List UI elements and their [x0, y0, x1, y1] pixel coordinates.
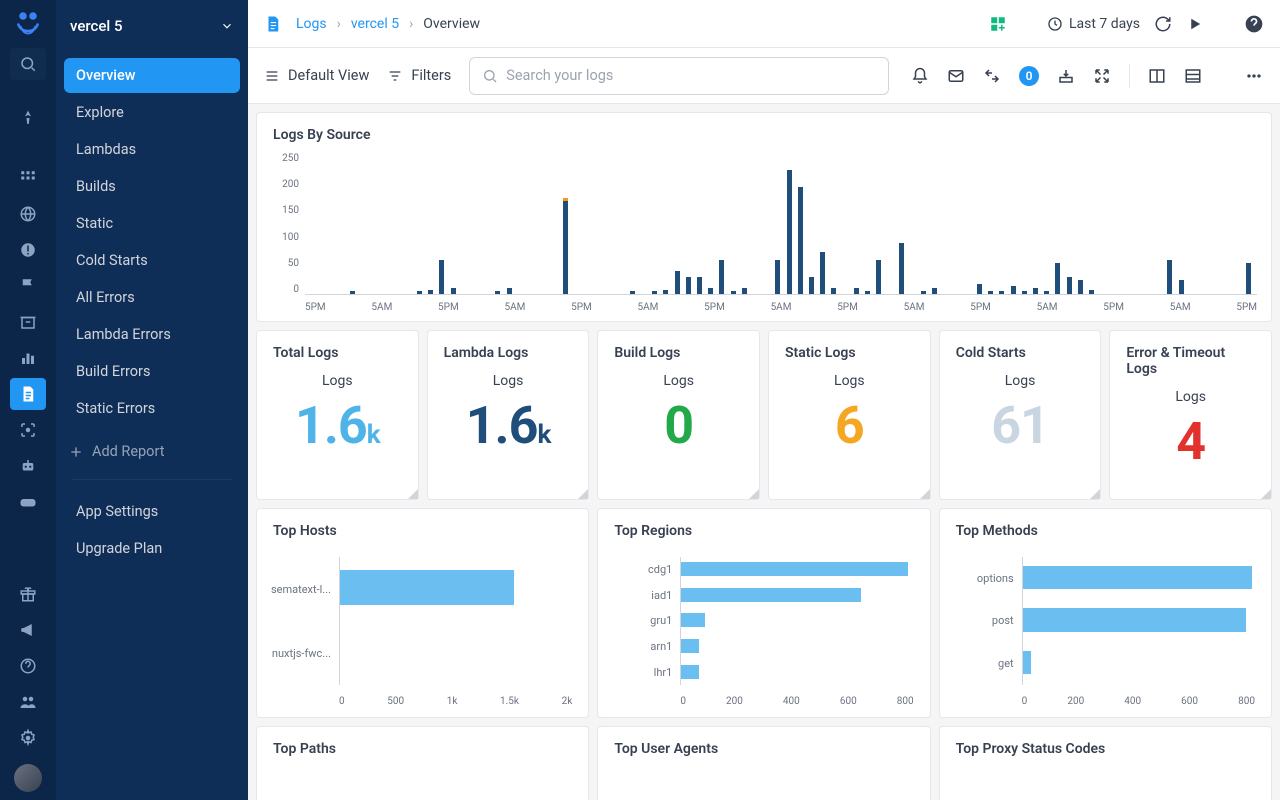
app-selector[interactable]: vercel 5 [56, 0, 248, 52]
logs-by-source-card[interactable]: Logs By Source 250200150100500 5PM5AM5PM… [256, 112, 1272, 322]
sidebar-item-upgrade-plan[interactable]: Upgrade Plan [64, 531, 240, 566]
avatar[interactable] [14, 764, 42, 792]
sidebar-item-lambdas[interactable]: Lambdas [64, 132, 240, 167]
rail-search-icon[interactable] [10, 48, 46, 80]
badge-count[interactable]: 0 [1019, 66, 1039, 86]
error-logs-card[interactable]: Error & Timeout Logs Logs 4 [1109, 330, 1272, 500]
default-view-button[interactable]: Default View [264, 67, 369, 84]
logo-icon[interactable] [13, 6, 43, 36]
columns-icon[interactable] [1148, 67, 1166, 85]
sidebar-item-lambda-errors[interactable]: Lambda Errors [64, 317, 240, 352]
top-regions-card[interactable]: Top Regions cdg1iad1gru1arn1lhr1 0200400… [597, 508, 930, 718]
download-icon[interactable] [1057, 67, 1075, 85]
build-logs-card[interactable]: Build Logs Logs 0 [597, 330, 760, 500]
top-user-agents-card[interactable]: Top User Agents [597, 726, 930, 800]
cold-logs-card[interactable]: Cold Starts Logs 61 [939, 330, 1102, 500]
toolbar: Default View Filters 0 [248, 48, 1280, 104]
app-name: vercel 5 [70, 17, 123, 35]
plus-icon [68, 444, 84, 460]
help-icon[interactable] [1244, 14, 1264, 34]
rail-chart-icon[interactable] [10, 342, 46, 374]
rail-gift-icon[interactable] [10, 578, 46, 610]
top-hosts-card[interactable]: Top Hosts sematext-l...nuxtjs-fwc... 050… [256, 508, 589, 718]
search-icon [482, 68, 498, 84]
sidebar-item-static-errors[interactable]: Static Errors [64, 391, 240, 426]
filter-icon [387, 68, 403, 84]
filters-button[interactable]: Filters [387, 67, 451, 84]
rail-alert-icon[interactable] [10, 234, 46, 266]
top-proxy-status-codes-card[interactable]: Top Proxy Status Codes [939, 726, 1272, 800]
list-icon[interactable] [1184, 67, 1202, 85]
sidebar: vercel 5 OverviewExploreLambdasBuildsSta… [56, 0, 248, 800]
icon-rail [0, 0, 56, 800]
breadcrumb: Logs › vercel 5 › Overview [296, 16, 480, 32]
rail-help-icon[interactable] [10, 650, 46, 682]
add-report-button[interactable]: Add Report [56, 434, 248, 469]
rail-globe-icon[interactable] [10, 198, 46, 230]
split-icon[interactable] [983, 67, 1001, 85]
main: Logs › vercel 5 › Overview Last 7 days D… [248, 0, 1280, 800]
content: Logs By Source 250200150100500 5PM5AM5PM… [248, 104, 1280, 800]
mail-icon[interactable] [947, 67, 965, 85]
top-paths-card[interactable]: Top Paths [256, 726, 589, 800]
play-icon[interactable] [1186, 15, 1204, 33]
refresh-icon[interactable] [1154, 15, 1172, 33]
search-input[interactable] [469, 57, 889, 95]
menu-icon [264, 68, 280, 84]
sidebar-item-explore[interactable]: Explore [64, 95, 240, 130]
sidebar-item-all-errors[interactable]: All Errors [64, 280, 240, 315]
rail-settings-icon[interactable] [10, 722, 46, 754]
total-logs-card[interactable]: Total Logs Logs 1.6k [256, 330, 419, 500]
more-icon[interactable] [1244, 66, 1264, 86]
sidebar-item-builds[interactable]: Builds [64, 169, 240, 204]
doc-icon [264, 15, 282, 33]
chevron-down-icon [220, 19, 234, 33]
rail-announce-icon[interactable] [10, 614, 46, 646]
crumb-current: Overview [423, 16, 480, 32]
sidebar-item-overview[interactable]: Overview [64, 58, 240, 93]
add-widget-icon[interactable] [989, 15, 1007, 33]
sidebar-item-app-settings[interactable]: App Settings [64, 494, 240, 529]
static-logs-card[interactable]: Static Logs Logs 6 [768, 330, 931, 500]
bell-icon[interactable] [911, 67, 929, 85]
time-range-button[interactable]: Last 7 days [1047, 16, 1140, 32]
rail-flag-icon[interactable] [10, 270, 46, 302]
rail-game-icon[interactable] [10, 486, 46, 518]
clock-icon [1047, 16, 1063, 32]
rail-robot-icon[interactable] [10, 450, 46, 482]
expand-icon[interactable] [1093, 67, 1111, 85]
rail-archive-icon[interactable] [10, 306, 46, 338]
rail-apps-icon[interactable] [10, 162, 46, 194]
rail-focus-icon[interactable] [10, 414, 46, 446]
rail-rocket-icon[interactable] [10, 102, 46, 134]
lambda-logs-card[interactable]: Lambda Logs Logs 1.6k [427, 330, 590, 500]
top-methods-card[interactable]: Top Methods optionspostget 0200400600800 [939, 508, 1272, 718]
rail-team-icon[interactable] [10, 686, 46, 718]
sidebar-item-static[interactable]: Static [64, 206, 240, 241]
sidebar-item-cold-starts[interactable]: Cold Starts [64, 243, 240, 278]
topbar: Logs › vercel 5 › Overview Last 7 days [248, 0, 1280, 48]
rail-logs-icon[interactable] [10, 378, 46, 410]
crumb-parent[interactable]: vercel 5 [351, 16, 399, 32]
sidebar-item-build-errors[interactable]: Build Errors [64, 354, 240, 389]
crumb-logs[interactable]: Logs [296, 16, 327, 32]
